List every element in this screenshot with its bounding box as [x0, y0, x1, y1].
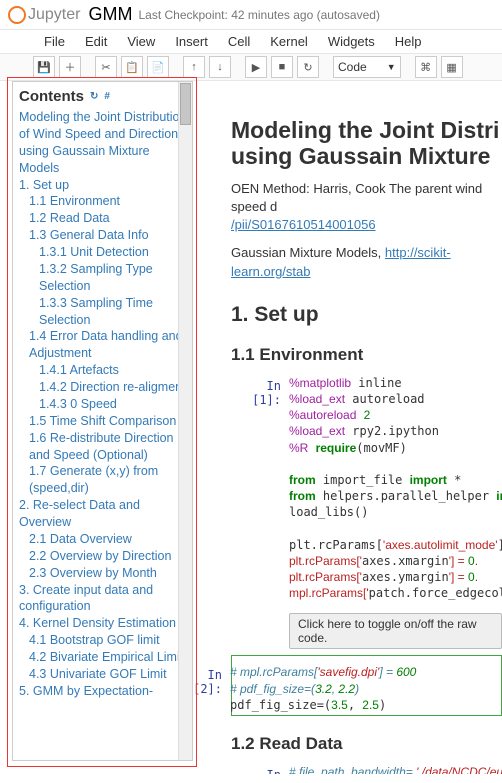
checkpoint-status: Last Checkpoint: 42 minutes ago (autosav…: [138, 8, 379, 22]
section-env: 1.1 Environment: [231, 345, 502, 365]
toc-item[interactable]: 4.2 Bivariate Empirical Limit: [29, 649, 188, 666]
move-down-button[interactable]: ↓: [209, 56, 231, 78]
toc-number-icon[interactable]: #: [104, 91, 110, 102]
toc-item[interactable]: 1.7 Generate (x,y) from (speed,dir): [29, 463, 188, 497]
toc-item[interactable]: 2.2 Overview by Direction: [29, 548, 188, 565]
page-title: Modeling the Joint Distriusing Gaussain …: [231, 117, 502, 170]
run-button[interactable]: ▶: [245, 56, 267, 78]
notebook-area: Modeling the Joint Distriusing Gaussain …: [193, 81, 502, 774]
toc-refresh-icon[interactable]: ↻: [90, 91, 98, 102]
paste-button[interactable]: 📄: [147, 56, 169, 78]
code-3[interactable]: # file_path, bandwidth= './data/NCDC/eur…: [289, 764, 502, 774]
prompt-2: In [2]:: [193, 664, 230, 713]
celltype-label: Code: [338, 60, 367, 74]
save-button[interactable]: 💾: [33, 56, 55, 78]
description-1: OEN Method: Harris, Cook The parent wind…: [231, 180, 502, 235]
command-palette-button[interactable]: ⌘: [415, 56, 437, 78]
toc-item[interactable]: 1.2 Read Data: [29, 210, 188, 227]
notebook-name[interactable]: GMM: [88, 4, 132, 25]
toc-item[interactable]: 1.4 Error Data handling and Adjustment: [29, 328, 188, 362]
toc-item[interactable]: 1.6 Re-distribute Direction and Speed (O…: [29, 430, 188, 464]
menu-file[interactable]: File: [44, 34, 65, 49]
toc-panel: Contents ↻ # Modeling the Joint Distribu…: [12, 81, 193, 761]
menu-help[interactable]: Help: [395, 34, 422, 49]
copy-button[interactable]: 📋: [121, 56, 143, 78]
doi-link[interactable]: /pii/S0167610514001056: [231, 217, 376, 232]
toc-title-text: Contents: [19, 88, 84, 105]
toc-item[interactable]: 1.4.2 Direction re-aligment: [39, 379, 188, 396]
menu-view[interactable]: View: [127, 34, 155, 49]
toc-item[interactable]: Modeling the Joint Distribution of Wind …: [19, 109, 188, 177]
move-up-button[interactable]: ↑: [183, 56, 205, 78]
add-cell-button[interactable]: ＋: [59, 56, 81, 78]
toolbar: 💾 ＋ ✂ 📋 📄 ↑ ↓ ▶ ■ ↻ Code ▼ ⌘ ▦: [0, 54, 502, 81]
toc-title: Contents ↻ #: [19, 88, 188, 105]
toc-item[interactable]: 2. Re-select Data and Overview: [19, 497, 188, 531]
menu-edit[interactable]: Edit: [85, 34, 107, 49]
menu-insert[interactable]: Insert: [175, 34, 208, 49]
prompt-3: In [3]:: [231, 764, 289, 774]
logo-text: Jupyter: [28, 6, 80, 24]
toc-item[interactable]: 1. Set up: [19, 177, 188, 194]
description-2: Gaussian Mixture Models, http://scikit-l…: [231, 244, 502, 280]
toc-item[interactable]: 1.3 General Data Info: [29, 227, 188, 244]
menubar: File Edit View Insert Cell Kernel Widget…: [0, 30, 502, 54]
code-cell-1[interactable]: In [1]: %matplotlib inline %load_ext aut…: [231, 375, 502, 602]
scrollbar[interactable]: [178, 82, 192, 760]
toc-item[interactable]: 1.3.2 Sampling Type Selection: [39, 261, 188, 295]
prompt-1: In [1]:: [231, 375, 289, 602]
restart-button[interactable]: ↻: [297, 56, 319, 78]
menu-kernel[interactable]: Kernel: [270, 34, 308, 49]
cell-toolbar-button[interactable]: ▦: [441, 56, 463, 78]
chevron-down-icon: ▼: [387, 62, 396, 72]
toc-item[interactable]: 1.3.1 Unit Detection: [39, 244, 188, 261]
output-cell-1: Click here to toggle on/off the raw code…: [231, 607, 502, 649]
menu-widgets[interactable]: Widgets: [328, 34, 375, 49]
toc-item[interactable]: 4.3 Univariate GOF Limit: [29, 666, 188, 683]
stop-button[interactable]: ■: [271, 56, 293, 78]
toc-item[interactable]: 1.5 Time Shift Comparison: [29, 413, 188, 430]
menu-cell[interactable]: Cell: [228, 34, 250, 49]
toc-item[interactable]: 2.1 Data Overview: [29, 531, 188, 548]
toc-list: Modeling the Joint Distribution of Wind …: [19, 109, 188, 700]
section-setup: 1. Set up: [231, 303, 502, 327]
toc-item[interactable]: 1.3.3 Sampling Time Selection: [39, 295, 188, 329]
toc-item[interactable]: 1.4.3 0 Speed: [39, 396, 188, 413]
toc-item[interactable]: 2.3 Overview by Month: [29, 565, 188, 582]
toc-item[interactable]: 1.1 Environment: [29, 193, 188, 210]
toc-item[interactable]: 5. GMM by Expectation-: [19, 683, 188, 700]
code-cell-2-selected[interactable]: In [2]: # mpl.rcParams['savefig.dpi'] = …: [231, 655, 502, 716]
celltype-select[interactable]: Code ▼: [333, 56, 401, 78]
toggle-code-button[interactable]: Click here to toggle on/off the raw code…: [289, 613, 502, 649]
jupyter-icon: [8, 6, 26, 24]
jupyter-logo[interactable]: Jupyter: [8, 6, 80, 24]
code-1[interactable]: %matplotlib inline %load_ext autoreload …: [289, 375, 502, 602]
toc-item[interactable]: 1.4.1 Artefacts: [39, 362, 188, 379]
toc-item[interactable]: 4. Kernel Density Estimation: [19, 615, 188, 632]
cut-button[interactable]: ✂: [95, 56, 117, 78]
toc-item[interactable]: 4.1 Bootstrap GOF limit: [29, 632, 188, 649]
code-2[interactable]: # mpl.rcParams['savefig.dpi'] = 600 # pd…: [230, 664, 501, 713]
code-cell-3[interactable]: In [3]: # file_path, bandwidth= './data/…: [231, 764, 502, 774]
section-read: 1.2 Read Data: [231, 734, 502, 754]
toc-item[interactable]: 3. Create input data and configuration: [19, 582, 188, 616]
scrollbar-thumb[interactable]: [180, 83, 191, 125]
